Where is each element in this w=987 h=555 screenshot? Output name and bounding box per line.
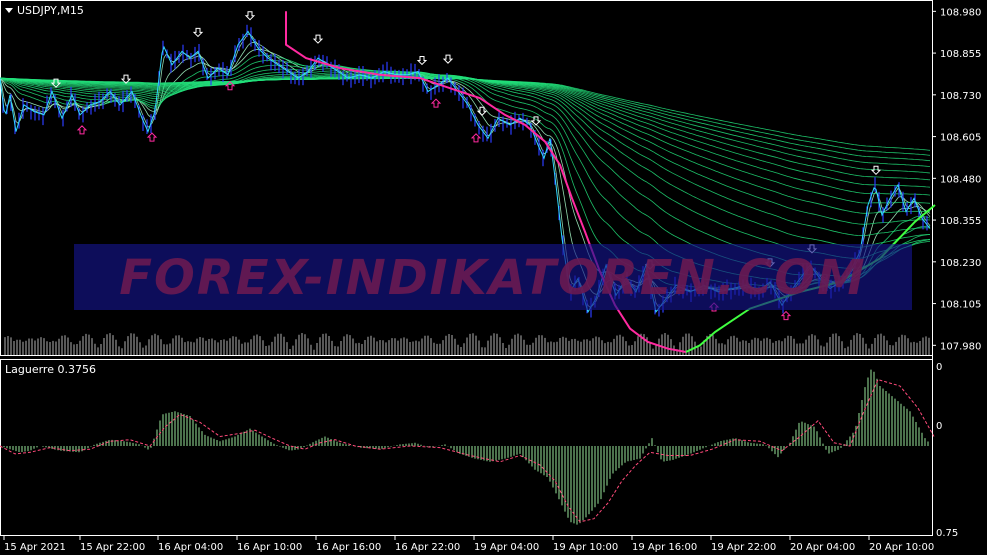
time-axis: 15 Apr 2021 15 Apr 22:00 16 Apr 04:00 16 Ap… — [3, 536, 934, 553]
time-tick-label: 16 Apr 10:00 — [237, 542, 302, 553]
down-arrow-icon — [244, 11, 256, 21]
up-arrow-icon — [146, 132, 158, 142]
price-tick-label: 108.480 — [940, 174, 981, 185]
up-arrow-icon — [430, 98, 442, 108]
chart-window: FOREX-INDIKATOREN.COM 108.980 108.855 108.… — [0, 0, 987, 555]
up-arrow-icon — [470, 133, 482, 143]
time-tick-label: 19 Apr 04:00 — [474, 542, 539, 553]
symbol-title: USDJPY,M15 — [17, 4, 84, 17]
laguerre-signal-line — [0, 378, 935, 523]
price-tick-label: 108.105 — [940, 300, 981, 311]
time-tick-label: 20 Apr 10:00 — [869, 542, 934, 553]
down-arrow-icon — [312, 34, 324, 44]
ribbon-line — [0, 76, 931, 214]
time-tick-label: 19 Apr 10:00 — [553, 542, 618, 553]
osc-axis-label: 0 — [936, 362, 942, 373]
price-tick-label: 107.980 — [940, 341, 981, 352]
price-tick-label: 108.605 — [940, 133, 981, 144]
watermark: FOREX-INDIKATOREN.COM — [74, 244, 912, 310]
osc-axis-label: 0 — [936, 421, 942, 432]
time-tick-label: 19 Apr 16:00 — [632, 542, 697, 553]
price-tick-label: 108.730 — [940, 91, 981, 102]
watermark-text: FOREX-INDIKATOREN.COM — [119, 250, 867, 306]
down-arrow-icon — [870, 165, 882, 176]
indicator-title: Laguerre 0.3756 — [5, 363, 96, 376]
price-chart[interactable]: FOREX-INDIKATOREN.COM 108.980108.855108.… — [0, 0, 987, 555]
symbol-menu-icon[interactable] — [5, 8, 13, 13]
price-tick-label: 108.980 — [940, 7, 981, 18]
price-tick-label: 108.230 — [940, 258, 981, 269]
time-tick-label: 16 Apr 04:00 — [158, 542, 223, 553]
osc-axis-label: 0.75 — [936, 528, 958, 539]
price-tick-label: 108.855 — [940, 49, 981, 60]
time-tick-label: 20 Apr 04:00 — [790, 542, 855, 553]
time-tick-label: 16 Apr 22:00 — [395, 542, 460, 553]
down-arrow-icon — [416, 55, 428, 66]
time-tick-label: 15 Apr 2021 — [4, 542, 66, 553]
up-arrow-icon — [76, 125, 88, 135]
time-tick-label: 15 Apr 22:00 — [80, 542, 145, 553]
ribbon-line — [0, 76, 931, 204]
price-axis: 108.980 108.855 108.730 108.605 108.480 108.3… — [932, 7, 981, 539]
down-arrow-icon — [442, 54, 454, 64]
down-arrow-icon — [192, 27, 204, 38]
price-tick-label: 108.355 — [940, 216, 981, 227]
time-tick-label: 16 Apr 16:00 — [316, 542, 381, 553]
volume-bars — [4, 333, 930, 355]
time-tick-label: 19 Apr 22:00 — [711, 542, 776, 553]
ribbon-line — [0, 77, 931, 196]
laguerre-oscillator — [0, 369, 935, 525]
